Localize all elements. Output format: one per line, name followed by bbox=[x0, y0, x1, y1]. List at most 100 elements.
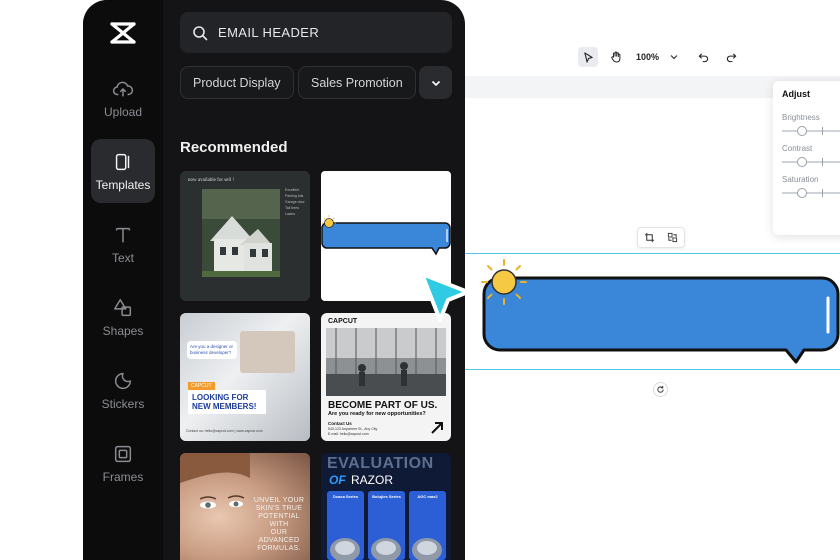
razor-col-label: Dcaca Series bbox=[333, 494, 358, 499]
contrast-row: Contrast bbox=[782, 144, 840, 167]
rotate-icon bbox=[657, 385, 664, 393]
search-icon bbox=[193, 25, 208, 40]
stickers-icon bbox=[114, 372, 132, 389]
sidebar-item-label: Text bbox=[111, 250, 134, 265]
slider-knob[interactable] bbox=[797, 188, 807, 198]
zoom-label: 100% bbox=[636, 52, 660, 62]
sidebar-item-label: Templates bbox=[95, 177, 151, 192]
undo-icon bbox=[698, 52, 708, 62]
slider-knob[interactable] bbox=[797, 126, 807, 136]
community-contact-line2: E-mail: hello@capcut.com bbox=[328, 432, 369, 436]
crop-icon[interactable] bbox=[644, 232, 655, 243]
template-card-beauty[interactable]: UNVEIL YOUR SKIN'S TRUE POTENTIAL WITH O… bbox=[180, 453, 310, 560]
element-mini-toolbar bbox=[637, 227, 685, 248]
community-contact-line1: 543-123 Anywhere St., Any City bbox=[328, 427, 378, 431]
text-icon bbox=[115, 227, 131, 242]
select-tool-button[interactable] bbox=[578, 47, 598, 67]
recruit-bubble: Are you a designer or business developer… bbox=[187, 341, 237, 359]
razor-title2-razor: RAZOR bbox=[351, 473, 394, 487]
saturation-row: Saturation bbox=[782, 175, 840, 198]
razor-col-label: AGC max2 bbox=[417, 494, 438, 499]
brightness-label: Brightness bbox=[782, 113, 820, 122]
recruit-headline-box: LOOKING FOR NEW MEMBERS! bbox=[188, 390, 266, 414]
rotate-handle[interactable] bbox=[653, 382, 668, 397]
list-item: Lawns bbox=[285, 212, 296, 216]
beauty-line: FORMULAS. bbox=[257, 545, 301, 552]
house-headline: now available for sell ! bbox=[188, 178, 235, 183]
pointer-icon bbox=[583, 51, 593, 63]
beauty-line: UNVEIL YOUR bbox=[253, 497, 305, 504]
replace-icon[interactable] bbox=[667, 232, 678, 243]
shapes-icon bbox=[114, 298, 132, 316]
razor-col-label: Bolujies Series bbox=[372, 494, 401, 499]
sidebar-item-label: Stickers bbox=[101, 396, 145, 411]
face-features bbox=[180, 453, 250, 509]
beauty-line: SKIN'S TRUE bbox=[255, 505, 303, 512]
recruit-headline-line1: LOOKING FOR bbox=[192, 393, 249, 402]
recruit-contact: Contact us: hello@capcut.com | www.capcu… bbox=[186, 429, 263, 433]
hands-photo bbox=[240, 331, 295, 373]
slider-center-tick bbox=[822, 189, 823, 197]
beauty-line: OUR ADVANCED bbox=[258, 529, 300, 544]
redo-icon bbox=[726, 52, 736, 62]
hand-tool-button[interactable] bbox=[606, 47, 626, 67]
community-subhead: Are you ready for new opportunities? bbox=[328, 411, 426, 417]
chip-sales-promotion[interactable]: Sales Promotion bbox=[298, 66, 416, 99]
template-card-recruitment[interactable]: Are you a designer or business developer… bbox=[180, 313, 310, 441]
zoom-select[interactable]: 100% bbox=[636, 52, 679, 62]
contrast-label: Contrast bbox=[782, 144, 813, 153]
crowd-photo bbox=[326, 328, 446, 396]
editor-toolbar: 100% bbox=[578, 46, 741, 68]
saturation-slider[interactable] bbox=[782, 188, 840, 198]
redo-button[interactable] bbox=[721, 47, 741, 67]
house-feature-list: Excellent Parking lots Garage door Tall … bbox=[285, 187, 305, 217]
sidebar-item-label: Frames bbox=[102, 469, 144, 484]
chevron-down-icon bbox=[431, 80, 440, 86]
templates-icon bbox=[115, 153, 130, 170]
contrast-slider[interactable] bbox=[782, 157, 840, 167]
slider-center-tick bbox=[822, 127, 823, 135]
adjust-panel: Adjust Brightness Contrast Saturation bbox=[773, 81, 840, 235]
template-card-community[interactable]: CAPCUT BECOME PART OF US. Are you ready … bbox=[321, 313, 451, 441]
slider-center-tick bbox=[822, 158, 823, 166]
sidebar-item-templates[interactable]: Templates bbox=[91, 139, 155, 203]
chevron-down-icon bbox=[670, 55, 678, 60]
page: 100% Adjust Brightness Contrast Saturati… bbox=[0, 0, 840, 560]
sidebar-item-text[interactable]: Text bbox=[91, 212, 155, 276]
arrow-up-right-icon bbox=[431, 422, 443, 434]
hand-icon bbox=[611, 51, 621, 63]
search-input[interactable]: EMAIL HEADER bbox=[180, 12, 452, 53]
adjust-panel-title: Adjust bbox=[782, 89, 810, 99]
sidebar-item-label: Upload bbox=[103, 104, 143, 119]
section-title: Recommended bbox=[180, 139, 288, 156]
sidebar-item-upload[interactable]: Upload bbox=[91, 66, 155, 130]
more-categories-button[interactable] bbox=[419, 66, 452, 99]
community-brand: CAPCUT bbox=[328, 318, 358, 325]
brightness-row: Brightness bbox=[782, 113, 840, 136]
speech-bubble-graphic[interactable] bbox=[480, 258, 840, 368]
cursor-pointer-icon bbox=[420, 272, 470, 322]
search-input-value: EMAIL HEADER bbox=[218, 25, 320, 40]
beauty-copy: UNVEIL YOUR SKIN'S TRUE POTENTIAL WITH O… bbox=[250, 497, 308, 553]
sidebar-item-shapes[interactable]: Shapes bbox=[91, 285, 155, 349]
razor-title1: EVALUATION bbox=[327, 455, 434, 472]
recruit-brand: CAPCUT bbox=[188, 382, 215, 390]
capcut-logo bbox=[110, 22, 136, 44]
community-contact-title: Contact Us bbox=[328, 421, 352, 426]
chip-product-display[interactable]: Product Display bbox=[180, 66, 294, 99]
slider-knob[interactable] bbox=[797, 157, 807, 167]
beauty-line: POTENTIAL WITH bbox=[258, 513, 300, 528]
razor-title2: OF RAZOR bbox=[329, 473, 393, 487]
template-panel: Upload Templates Text Shapes Stickers Fr… bbox=[83, 0, 465, 560]
sidebar-item-label: Shapes bbox=[102, 323, 144, 338]
razor-title2-of: OF bbox=[329, 473, 346, 487]
recruit-headline-line2: NEW MEMBERS! bbox=[192, 402, 257, 411]
brightness-slider[interactable] bbox=[782, 126, 840, 136]
sidebar-item-stickers[interactable]: Stickers bbox=[91, 358, 155, 422]
template-card-razor[interactable]: EVALUATION OF RAZOR Dcaca Series Bolujie… bbox=[321, 453, 451, 560]
undo-button[interactable] bbox=[693, 47, 713, 67]
sidebar-item-frames[interactable]: Frames bbox=[91, 431, 155, 495]
template-card-house[interactable]: now available for sell ! Excellent Parki… bbox=[180, 171, 310, 301]
razor-products bbox=[330, 538, 442, 560]
upload-cloud-icon bbox=[112, 81, 134, 96]
